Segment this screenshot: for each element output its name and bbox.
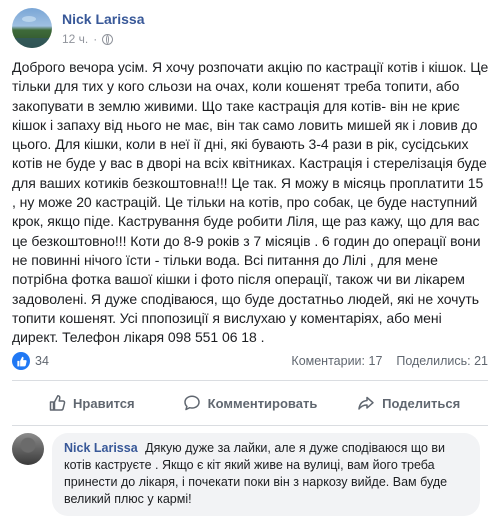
share-button-label: Поделиться bbox=[382, 395, 461, 411]
globe-icon[interactable] bbox=[102, 33, 114, 45]
divider bbox=[12, 425, 488, 426]
reactions-bar: 34 Коментарии: 17 Поделились: 21 bbox=[12, 352, 488, 372]
speech-bubble-icon bbox=[183, 395, 200, 411]
like-reaction-icon[interactable] bbox=[12, 352, 30, 370]
like-count[interactable]: 34 bbox=[35, 354, 49, 368]
like-button[interactable]: Нравится bbox=[12, 383, 171, 423]
post-header: Nick Larissa 12 ч. · bbox=[12, 8, 482, 52]
author-avatar[interactable] bbox=[12, 8, 52, 48]
post-body: Доброго вечора усім. Я хочу розпочати ак… bbox=[12, 58, 490, 347]
thumbs-up-icon bbox=[49, 395, 66, 411]
like-button-label: Нравится bbox=[73, 395, 135, 411]
author-name[interactable]: Nick Larissa bbox=[62, 11, 145, 27]
timestamp-text[interactable]: 12 ч. bbox=[62, 32, 88, 46]
stats-separator bbox=[386, 354, 393, 368]
comment-button-label: Комментировать bbox=[207, 395, 318, 411]
comment-bubble: Nick Larissa Дякую дуже за лайки, але я … bbox=[52, 433, 480, 516]
commenter-avatar[interactable] bbox=[12, 433, 44, 465]
comment-button[interactable]: Комментировать bbox=[171, 383, 330, 423]
post-paragraph: Доброго вечора усім. Я хочу розпочати ак… bbox=[12, 59, 489, 346]
divider bbox=[12, 380, 488, 381]
shares-count[interactable]: Поделились: 21 bbox=[396, 354, 488, 368]
comments-shares-count: Коментарии: 17 Поделились: 21 bbox=[291, 354, 488, 368]
share-arrow-icon bbox=[358, 396, 374, 410]
separator-dot: · bbox=[93, 32, 98, 46]
post-timestamp[interactable]: 12 ч. · bbox=[62, 32, 114, 46]
share-button[interactable]: Поделиться bbox=[329, 383, 488, 423]
post-actions: Нравится Комментировать Поделиться bbox=[12, 383, 488, 423]
commenter-name[interactable]: Nick Larissa bbox=[64, 441, 138, 455]
comments-count[interactable]: Коментарии: 17 bbox=[291, 354, 382, 368]
